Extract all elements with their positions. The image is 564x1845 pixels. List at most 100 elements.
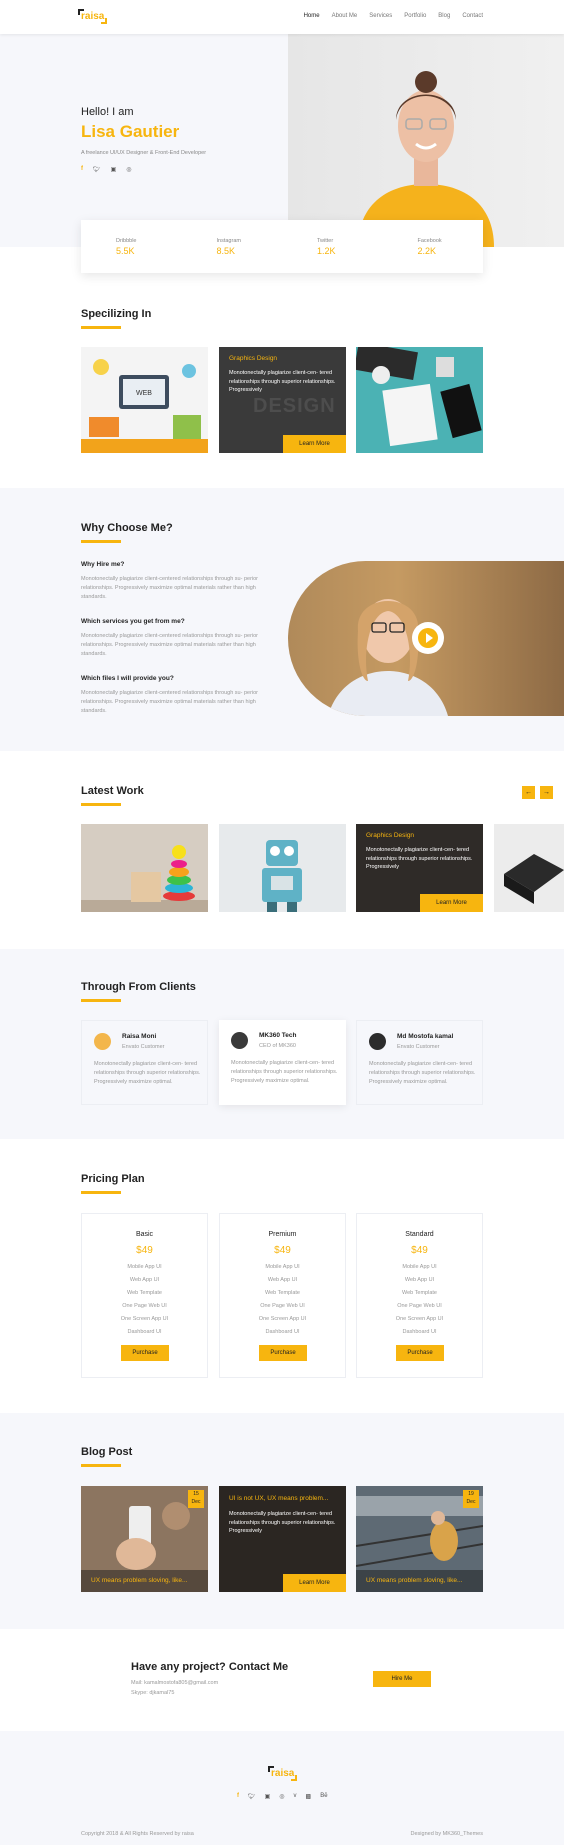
why-question: Why Hire me?: [81, 561, 125, 568]
stat-value: 5.5K: [116, 246, 135, 256]
dribbble-icon[interactable]: ◎: [126, 166, 131, 173]
client-quote: Monotonectally plagiarize client-cen- te…: [231, 1060, 338, 1084]
hire-me-button[interactable]: Hire Me: [373, 1671, 431, 1687]
nav-item-services[interactable]: Services: [369, 13, 392, 19]
pricing-card-standard: Standard $49 Mobile App UI Web App UI We…: [356, 1213, 483, 1378]
designer-credit[interactable]: Designed by MK360_Themes: [411, 1831, 483, 1837]
title-underline: [81, 1464, 121, 1467]
title-underline: [81, 540, 121, 543]
date-day: 15: [193, 1491, 199, 1497]
hero-greeting: Hello! I am: [81, 106, 134, 118]
feature-item: Web App UI: [267, 1277, 298, 1283]
blog-card[interactable]: 15 Dec UX means problem sloving, like...: [81, 1486, 208, 1592]
date-badge: 19 Dec: [463, 1490, 479, 1508]
footer-logo[interactable]: raisa: [268, 1766, 298, 1781]
blog-title: UX means problem sloving, like...: [356, 1570, 483, 1592]
hero-section: Hello! I am Lisa Gautier A freelance UI/…: [0, 34, 564, 247]
play-button[interactable]: [412, 622, 444, 654]
avatar: [94, 1033, 111, 1050]
linkedin-icon[interactable]: ▩: [306, 1793, 312, 1800]
client-card: Raisa Moni Envato Customer Monotonectall…: [81, 1020, 208, 1105]
instagram-icon[interactable]: ▣: [265, 1793, 271, 1800]
title-underline: [81, 803, 121, 806]
nav-item-home[interactable]: Home: [304, 13, 320, 19]
twitter-icon[interactable]: 🐦︎: [93, 166, 101, 173]
feature-item: One Screen App UI: [258, 1316, 307, 1322]
workspace-image: [356, 347, 483, 453]
svg-text:WEB: WEB: [136, 390, 152, 397]
twitter-icon[interactable]: 🐦︎: [248, 1793, 256, 1800]
facebook-icon[interactable]: f: [237, 1793, 239, 1800]
stat-value: 2.2K: [417, 246, 437, 256]
stat-twitter: Twitter 1.2K: [282, 220, 383, 273]
client-name: Raisa Moni: [122, 1033, 157, 1040]
feature-item: Web Template: [265, 1290, 300, 1296]
section-title-pricing: Pricing Plan: [81, 1173, 145, 1185]
section-title-blog: Blog Post: [81, 1446, 133, 1458]
feature-item: Mobile App UI: [127, 1264, 162, 1270]
blog-card[interactable]: UI is not UX, UX means problem... Monoto…: [219, 1486, 346, 1592]
nav-item-blog[interactable]: Blog: [438, 13, 450, 19]
stat-label: Facebook: [417, 238, 442, 244]
hero-socials: f 🐦︎ ▣ ◎: [81, 166, 132, 173]
footer: raisa f 🐦︎ ▣ ◎ v ▩ Bē Copyright 2018 & A…: [0, 1731, 564, 1845]
learn-more-button[interactable]: Learn More: [283, 435, 346, 453]
blog-excerpt: Monotonectally plagiarize client-cen- te…: [229, 1511, 336, 1534]
behance-icon[interactable]: Bē: [320, 1793, 327, 1800]
client-card: MK360 Tech CEO of MK360 Monotonectally p…: [219, 1020, 346, 1105]
footer-socials: f 🐦︎ ▣ ◎ v ▩ Bē: [237, 1793, 328, 1800]
service-card-workspace[interactable]: [356, 347, 483, 453]
learn-more-button[interactable]: Learn More: [420, 894, 483, 912]
nav-item-portfolio[interactable]: Portfolio: [404, 13, 426, 19]
play-icon: [418, 628, 438, 648]
contact-title: Have any project? Contact Me: [131, 1661, 289, 1673]
plan-name: Basic: [135, 1231, 154, 1238]
plan-price: $49: [411, 1245, 428, 1256]
contact-mail[interactable]: Mail: kamalmostofa805@gmail.com: [131, 1680, 218, 1686]
contact-skype[interactable]: Skype: djkamal75: [131, 1690, 174, 1696]
logo-bracket-icon: [291, 1775, 298, 1781]
plan-name: Premium: [268, 1231, 297, 1238]
feature-list: Mobile App UI Web App UI Web Template On…: [220, 1261, 345, 1339]
pricing-card-premium: Premium $49 Mobile App UI Web App UI Web…: [219, 1213, 346, 1378]
nav-item-about[interactable]: About Me: [332, 13, 358, 19]
top-nav: raisa Home About Me Services Portfolio B…: [0, 0, 564, 34]
client-quote: Monotonectally plagiarize client-cen- te…: [369, 1061, 476, 1085]
avatar: [369, 1033, 386, 1050]
purchase-button[interactable]: Purchase: [121, 1345, 169, 1361]
plan-price: $49: [136, 1245, 153, 1256]
copyright: Copyright 2018 & All Rights Reserved by …: [81, 1831, 194, 1837]
overlay-bg-text: DESIGN: [253, 395, 336, 417]
work-item-graphics[interactable]: Graphics Design Monotonectally plagiariz…: [356, 824, 483, 912]
nav-item-contact[interactable]: Contact: [462, 13, 483, 19]
hero-portrait-image: [358, 71, 494, 247]
dribbble-icon[interactable]: ◎: [279, 1793, 284, 1800]
vimeo-icon[interactable]: v: [294, 1793, 297, 1800]
purchase-button[interactable]: Purchase: [396, 1345, 444, 1361]
work-item-toys[interactable]: [81, 824, 208, 912]
service-card-web-design[interactable]: WEB: [81, 347, 208, 453]
plan-name: Standard: [405, 1231, 434, 1238]
purchase-button[interactable]: Purchase: [259, 1345, 307, 1361]
date-month: Dec: [466, 1499, 476, 1505]
carousel-next-button[interactable]: →: [540, 786, 553, 799]
carousel-prev-button[interactable]: ←: [522, 786, 535, 799]
logo-bracket-icon: [268, 1766, 274, 1772]
video-thumbnail[interactable]: [288, 561, 564, 716]
stat-value: 8.5K: [216, 246, 236, 256]
plan-price: $49: [274, 1245, 291, 1256]
blog-card[interactable]: 19 Dec UX means problem sloving, like...: [356, 1486, 483, 1592]
instagram-icon[interactable]: ▣: [111, 166, 117, 173]
service-card-graphics-design[interactable]: DESIGN Graphics Design Monotonectally pl…: [219, 347, 346, 453]
feature-item: Web App UI: [404, 1277, 435, 1283]
feature-item: Web App UI: [129, 1277, 160, 1283]
facebook-icon[interactable]: f: [81, 166, 83, 173]
learn-more-button[interactable]: Learn More: [283, 1574, 346, 1592]
logo[interactable]: raisa: [78, 9, 108, 24]
stat-label: Twitter: [317, 238, 334, 244]
work-item-box[interactable]: [494, 824, 564, 912]
work-item-robot[interactable]: [219, 824, 346, 912]
why-answer: Monotonectally plagiarize client-centere…: [81, 633, 259, 657]
nav-menu: Home About Me Services Portfolio Blog Co…: [304, 13, 483, 19]
hero-photo: [288, 34, 564, 247]
